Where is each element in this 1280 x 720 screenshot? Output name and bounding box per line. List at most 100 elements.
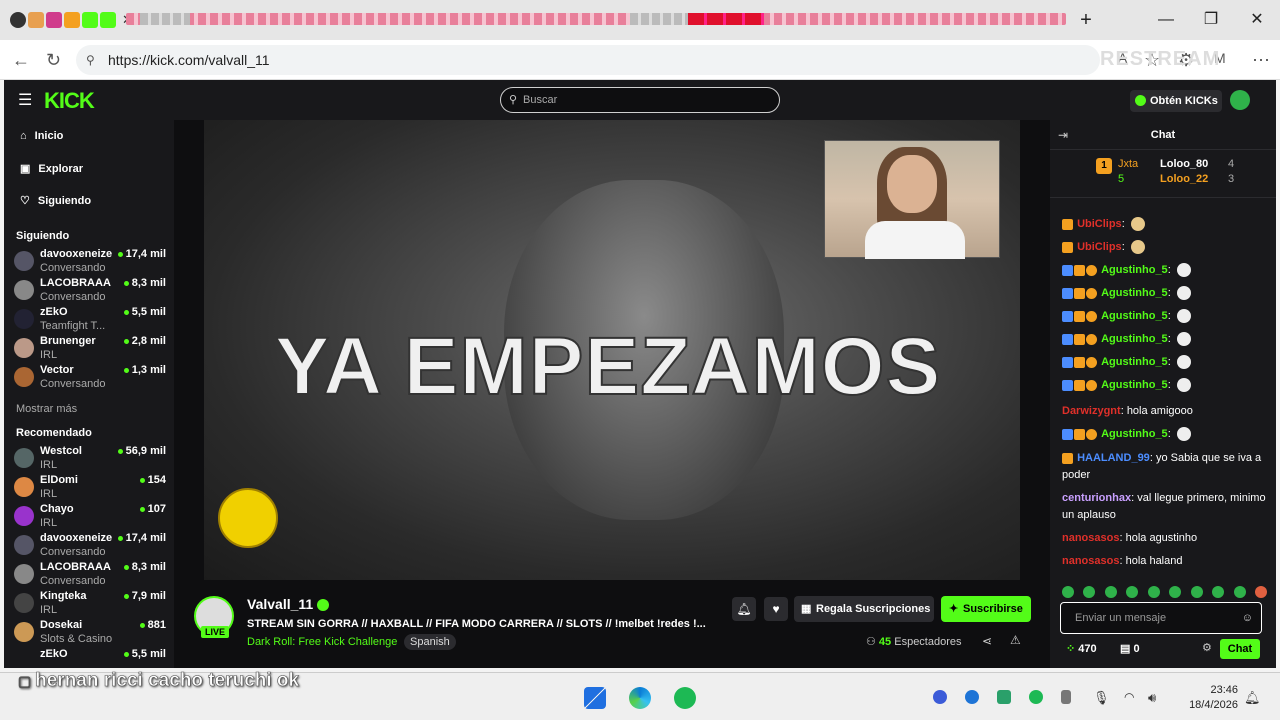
chat-message[interactable]: UbiClips: [1062, 216, 1267, 233]
chat-username[interactable]: Agustinho_5 [1101, 264, 1168, 276]
chat-username[interactable]: HAALAND_99 [1077, 452, 1150, 464]
recommended-channel[interactable]: Dosekai Slots & Casino 881 [14, 619, 166, 648]
volume-icon[interactable]: 🔊︎ [1148, 690, 1162, 705]
close-window-button[interactable]: ✕ [1245, 8, 1269, 32]
address-bar[interactable]: ⚲ https://kick.com/valvall_11 [76, 45, 1100, 75]
spotify-tray-icon[interactable] [1029, 690, 1043, 704]
edge-browser-icon[interactable] [629, 687, 651, 709]
emote-icon[interactable] [1083, 586, 1096, 598]
tab-favicon[interactable] [10, 12, 26, 28]
search-input[interactable]: ⚲ Buscar [500, 87, 780, 113]
notification-bell-button[interactable]: 🔔︎ [732, 597, 756, 621]
kick-logo[interactable]: KICK [44, 88, 95, 114]
emote-icon[interactable] [1169, 586, 1182, 598]
tab-favicon[interactable] [82, 12, 98, 28]
chat-username[interactable]: centurionhax [1062, 492, 1131, 504]
tray-app-icon[interactable] [933, 690, 947, 704]
nav-home[interactable]: ⌂ Inicio [20, 130, 63, 142]
tab-list[interactable] [126, 13, 1066, 25]
chat-username[interactable]: Agustinho_5 [1101, 310, 1168, 322]
channel-points[interactable]: ⁘ 470 [1066, 642, 1097, 655]
bluetooth-icon[interactable] [965, 690, 979, 704]
back-icon[interactable]: ← [12, 50, 30, 71]
chat-message[interactable]: Darwizygnt: hola amigooo [1062, 403, 1267, 420]
following-channel[interactable]: Brunenger IRL 2,8 mil [14, 335, 166, 364]
more-menu-icon[interactable]: ⋯ [1252, 50, 1270, 71]
tab-favicon[interactable] [28, 12, 44, 28]
recommended-channel[interactable]: ElDomi IRL 154 [14, 474, 166, 503]
follow-heart-button[interactable]: ♥ [764, 597, 788, 621]
chat-username[interactable]: Darwizygnt [1062, 405, 1121, 417]
microphone-icon[interactable]: 🎙︎ [1093, 690, 1110, 705]
chat-username[interactable]: Agustinho_5 [1101, 333, 1168, 345]
following-channel[interactable]: Vector Conversando 1,3 mil [14, 364, 166, 393]
recommended-channel[interactable]: LACOBRAAA Conversando 8,3 mil [14, 561, 166, 590]
pinned-tabs[interactable]: ✕ [10, 12, 133, 28]
chat-message[interactable]: Agustinho_5: [1062, 354, 1267, 371]
show-more-link[interactable]: Mostrar más [16, 403, 77, 415]
emote-icon[interactable] [1147, 586, 1160, 598]
minimize-button[interactable]: — [1154, 8, 1178, 32]
subscribe-button[interactable]: ✦ Suscribirse [941, 596, 1031, 622]
restore-button[interactable]: ❐ [1199, 8, 1223, 32]
system-clock[interactable]: 23:46 18/4/2026 [1180, 683, 1238, 713]
start-menu-icon[interactable] [584, 687, 606, 709]
chat-message[interactable]: centurionhax: val llegue primero, minimo… [1062, 490, 1267, 524]
chat-settings-icon[interactable]: ⚙ [1202, 641, 1212, 654]
following-channel[interactable]: davooxeneize Conversando 17,4 mil [14, 248, 166, 277]
emote-icon[interactable] [1212, 586, 1225, 598]
share-icon[interactable]: ⋖ [982, 634, 992, 648]
new-tab-button[interactable]: + [1074, 8, 1098, 32]
chat-username[interactable]: Agustinho_5 [1101, 287, 1168, 299]
chat-username[interactable]: Agustinho_5 [1101, 379, 1168, 391]
wifi-icon[interactable]: ◠ [1124, 690, 1138, 704]
chat-message[interactable]: nanosasos: hola agustinho [1062, 530, 1267, 547]
recommended-channel[interactable]: davooxeneize Conversando 17,4 mil [14, 532, 166, 561]
emote-icon[interactable] [1254, 586, 1267, 598]
emote-icon[interactable] [1233, 586, 1246, 598]
stream-category-link[interactable]: Dark Roll: Free Kick Challenge [247, 636, 397, 648]
chat-message[interactable]: Agustinho_5: [1062, 262, 1267, 279]
tray-app-icon[interactable] [997, 690, 1011, 704]
chat-username[interactable]: nanosasos [1062, 555, 1119, 567]
site-info-icon[interactable]: ⚲ [86, 45, 95, 75]
notifications-bell-icon[interactable]: 🔔︎ [1244, 690, 1261, 705]
tab-favicon[interactable] [46, 12, 62, 28]
spotify-icon[interactable] [674, 687, 696, 709]
send-chat-button[interactable]: Chat [1220, 639, 1260, 659]
user-avatar[interactable] [1230, 90, 1250, 110]
chat-username[interactable]: UbiClips [1077, 241, 1122, 253]
url-text[interactable]: https://kick.com/valvall_11 [108, 52, 270, 68]
menu-icon[interactable]: ☰ [18, 90, 32, 110]
chat-message[interactable]: Agustinho_5: [1062, 426, 1267, 443]
chat-message[interactable]: HAALAND_99: yo Sabia que se iva a poder [1062, 450, 1267, 484]
nav-explore[interactable]: ▣ Explorar [20, 162, 83, 175]
chat-message[interactable]: UbiClips: [1062, 239, 1267, 256]
emoji-picker-icon[interactable]: ☺ [1242, 603, 1253, 633]
reload-icon[interactable]: ↻ [46, 50, 61, 71]
nav-following[interactable]: ♡ Siguiendo [20, 194, 91, 207]
recommended-channel[interactable]: Kingteka IRL 7,9 mil [14, 590, 166, 619]
emote-icon[interactable] [1126, 586, 1139, 598]
video-player[interactable]: YA EMPEZAMOS [204, 120, 1020, 580]
chat-message[interactable]: Agustinho_5: [1062, 285, 1267, 302]
chat-message[interactable]: Agustinho_5: [1062, 377, 1267, 394]
recommended-channel[interactable]: zEkO 5,5 mil [14, 648, 166, 666]
chat-username[interactable]: Agustinho_5 [1101, 356, 1168, 368]
chat-message[interactable]: Agustinho_5: [1062, 308, 1267, 325]
recommended-channel[interactable]: Westcol IRL 56,9 mil [14, 445, 166, 474]
chat-message[interactable]: Agustinho_5: [1062, 331, 1267, 348]
chat-username[interactable]: nanosasos [1062, 532, 1119, 544]
tab-group[interactable] [688, 13, 764, 25]
language-tag[interactable]: Spanish [404, 634, 456, 650]
emote-icon[interactable] [1104, 586, 1117, 598]
following-channel[interactable]: LACOBRAAA Conversando 8,3 mil [14, 277, 166, 306]
chat-message[interactable]: nanosasos: hola haland [1062, 553, 1267, 570]
tab-group[interactable] [140, 13, 190, 25]
gift-subs-button[interactable]: ▦ Regala Suscripciones [794, 596, 934, 622]
usb-icon[interactable] [1061, 690, 1071, 704]
emote-icon[interactable] [1190, 586, 1203, 598]
chat-message-input[interactable]: Enviar un mensaje ☺ [1060, 602, 1262, 634]
following-channel[interactable]: zEkO Teamfight T... 5,5 mil [14, 306, 166, 335]
chat-username[interactable]: Agustinho_5 [1101, 428, 1168, 440]
